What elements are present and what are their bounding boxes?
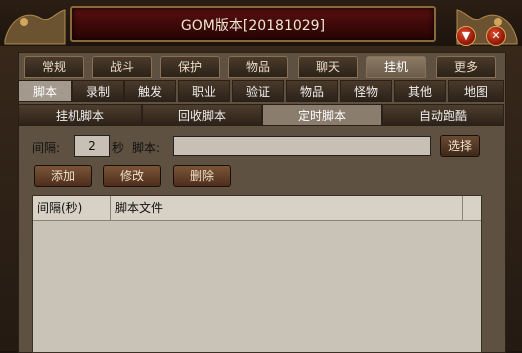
close-icon: ✕ [491,29,501,42]
tab-autoplay-script[interactable]: 挂机脚本 [18,104,142,126]
delete-button[interactable]: 删除 [173,165,231,187]
script-label: 脚本: [132,141,161,155]
timed-script-table[interactable]: 间隔(秒) 脚本文件 [32,195,482,353]
tab-protect[interactable]: 保护 [160,56,220,78]
chevron-down-icon: ▼ [461,29,471,42]
tab-timed-script[interactable]: 定时脚本 [262,104,382,126]
tab-script[interactable]: 脚本 [18,80,72,102]
window-title: GOM版本[20181029] [180,18,326,34]
top-tab-bar: 常规 战斗 保护 物品 聊天 挂机 更多 [18,56,504,78]
edit-button[interactable]: 修改 [103,165,161,187]
tab-trigger[interactable]: 触发 [124,80,176,102]
tab-class[interactable]: 职业 [178,80,230,102]
tab-general[interactable]: 常规 [24,56,84,78]
add-button[interactable]: 添加 [34,165,92,187]
minimize-button[interactable]: ▼ [456,26,476,46]
tab-verify[interactable]: 验证 [232,80,284,102]
seconds-label: 秒 [112,141,125,155]
script-path-input[interactable] [173,136,431,156]
table-header: 间隔(秒) 脚本文件 [33,196,481,221]
tab-auto-parkour[interactable]: 自动跑酷 [382,104,504,126]
tab-chat[interactable]: 聊天 [298,56,358,78]
tab-autoplay[interactable]: 挂机 [366,56,426,78]
tab-item[interactable]: 物品 [286,80,338,102]
column-header-script-file[interactable]: 脚本文件 [111,196,463,220]
tab-monster[interactable]: 怪物 [340,80,392,102]
interval-label: 间隔: [32,141,61,155]
tab-more[interactable]: 更多 [436,56,496,78]
interval-input[interactable]: 2 [74,135,110,157]
title-plate: GOM版本[20181029] [70,6,436,42]
script-tab-bar: 挂机脚本 回收脚本 定时脚本 自动跑酷 [18,104,504,126]
tab-recycle-script[interactable]: 回收脚本 [142,104,262,126]
select-script-button[interactable]: 选择 [440,135,480,157]
close-button[interactable]: ✕ [486,26,506,46]
tab-items[interactable]: 物品 [228,56,288,78]
tab-map[interactable]: 地图 [448,80,504,102]
sub-tab-bar: 脚本 录制 触发 职业 验证 物品 怪物 其他 地图 [18,80,504,102]
tab-other[interactable]: 其他 [394,80,446,102]
dragon-ornament-left-icon [4,9,66,45]
title-bar[interactable]: GOM版本[20181029] ▼ ✕ [0,0,522,46]
tab-combat[interactable]: 战斗 [92,56,152,78]
column-header-interval[interactable]: 间隔(秒) [33,196,111,220]
tab-record[interactable]: 录制 [72,80,124,102]
